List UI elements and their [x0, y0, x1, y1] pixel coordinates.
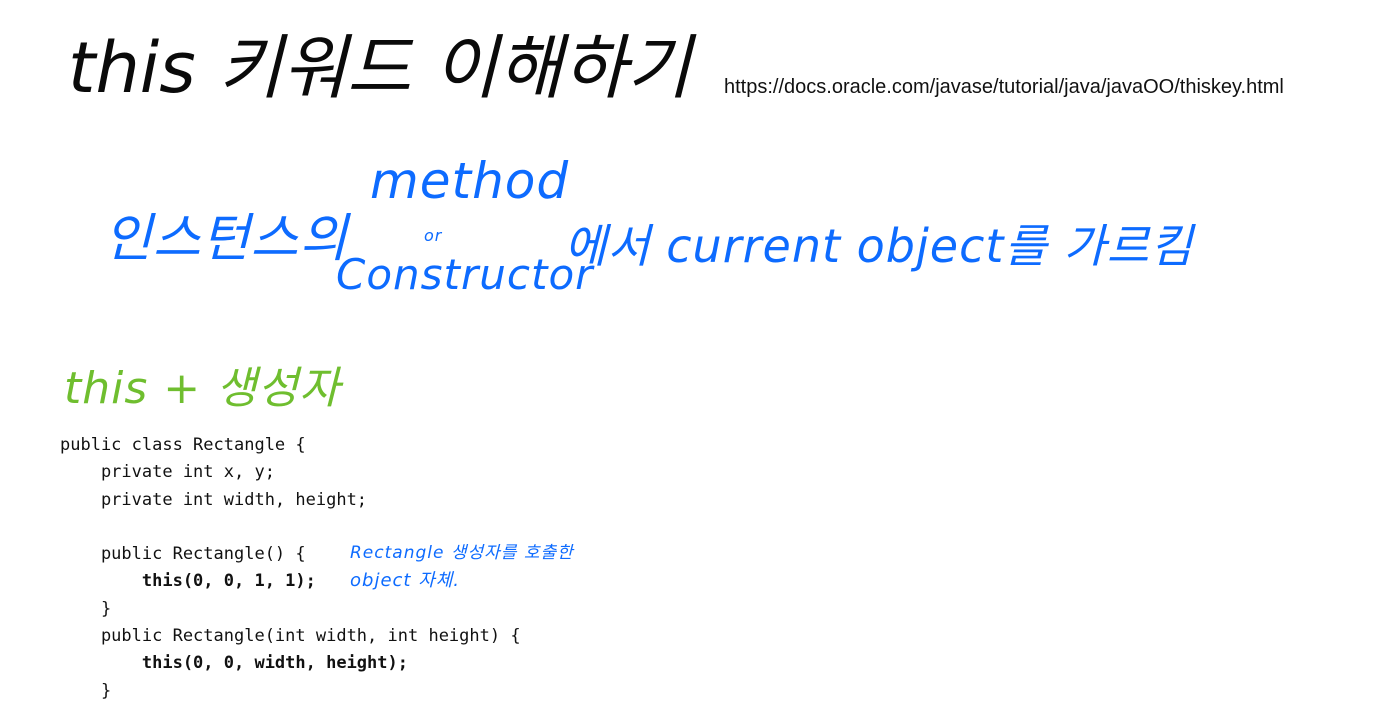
- note-constructor: Constructor: [336, 250, 594, 299]
- note-method: method: [370, 152, 570, 210]
- handwritten-title: this 키워드 이해하기: [68, 27, 692, 109]
- code-line: public Rectangle(int width, int height) …: [60, 626, 521, 647]
- code-line: private int width, height;: [60, 489, 368, 510]
- code-line: }: [60, 680, 112, 701]
- code-line: this(0, 0, width, height);: [60, 653, 408, 674]
- section-heading-this-constructor: this + 생성자: [64, 363, 341, 414]
- annotation-line-2: object 자체.: [350, 570, 461, 591]
- note-instance: 인스턴스의: [104, 209, 349, 269]
- code-line: private int x, y;: [60, 462, 275, 483]
- reference-url: https://docs.oracle.com/javase/tutorial/…: [724, 76, 1284, 98]
- code-line: }: [60, 598, 112, 619]
- code-line: public class Rectangle {: [60, 435, 306, 455]
- annotation-line-1: Rectangle 생성자를 호출한: [350, 543, 574, 563]
- note-current-object: 에서 current object를 가르킴: [564, 219, 1194, 273]
- note-or: or: [424, 226, 443, 245]
